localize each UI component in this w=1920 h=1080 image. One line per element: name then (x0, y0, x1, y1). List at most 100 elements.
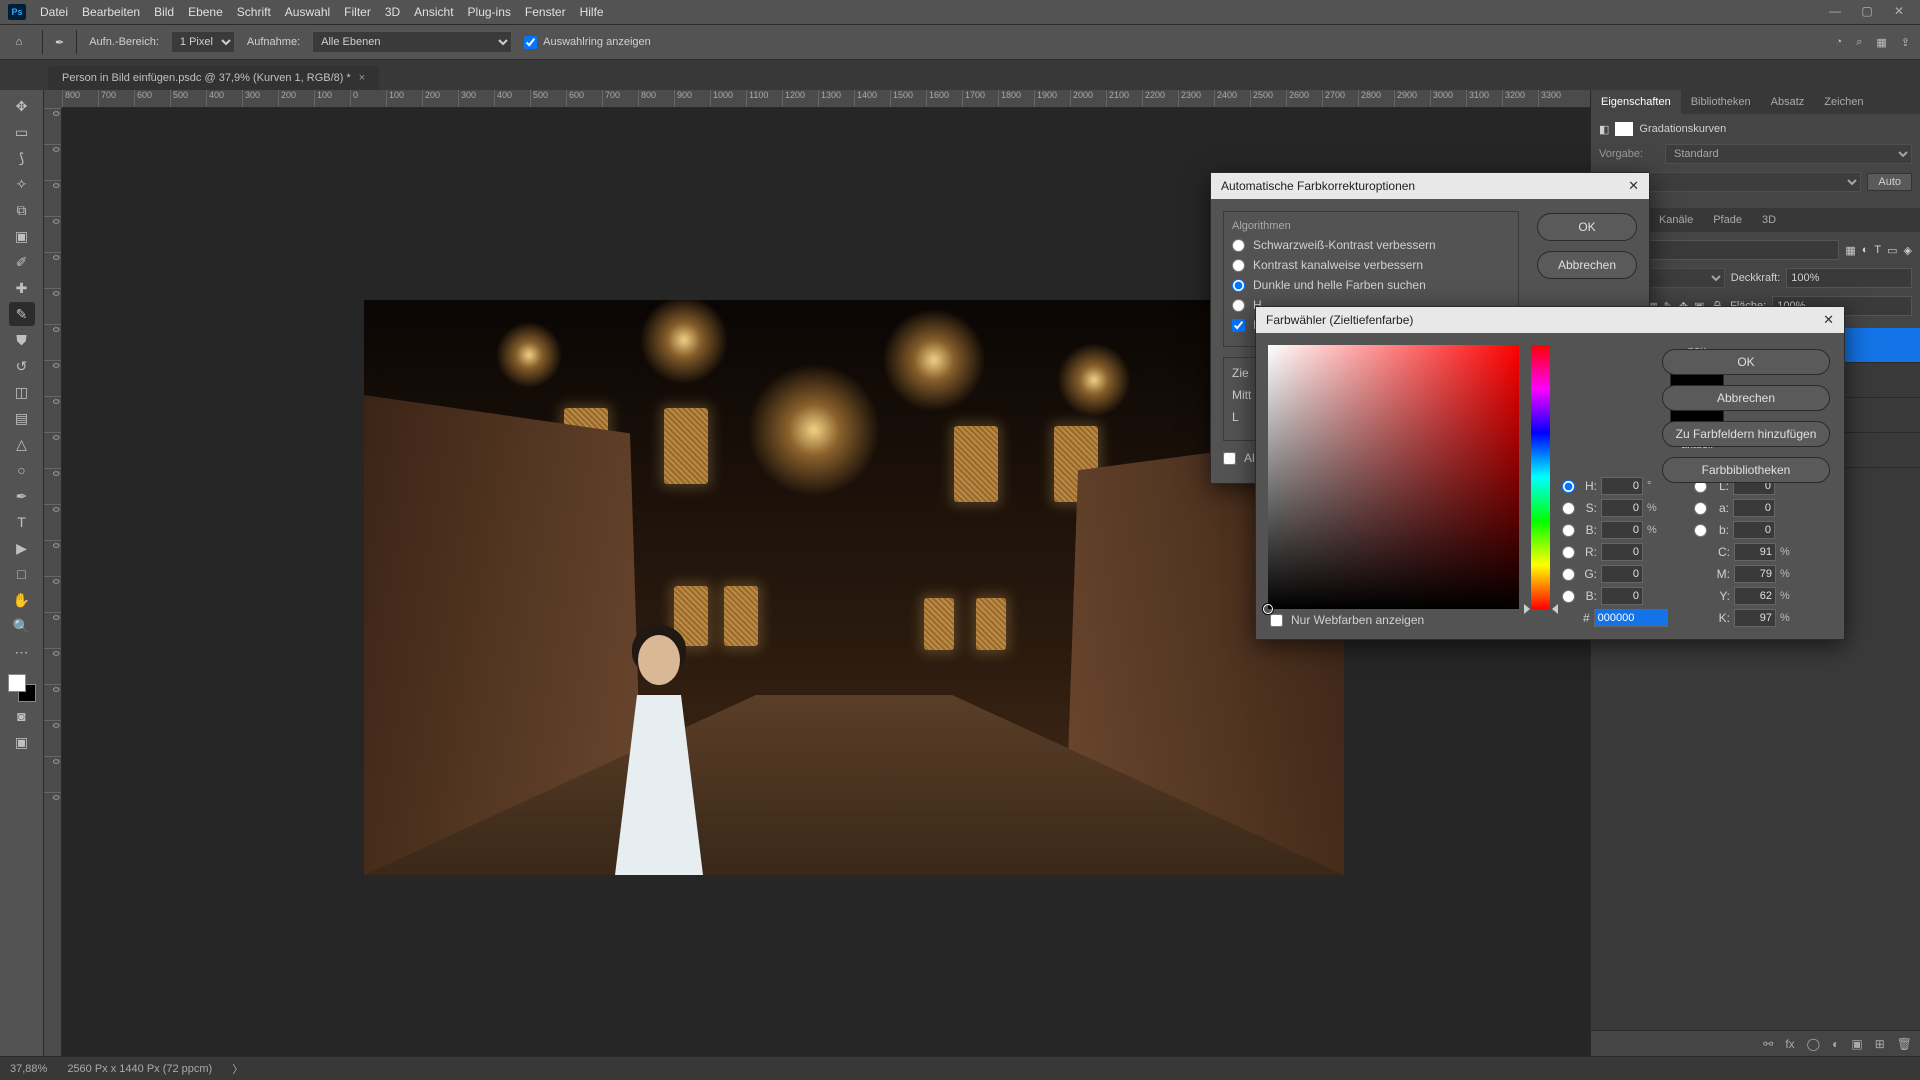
menu-plugins[interactable]: Plug-ins (468, 5, 511, 19)
move-tool[interactable]: ✥ (9, 94, 35, 118)
menu-type[interactable]: Schrift (237, 5, 271, 19)
document-image[interactable] (364, 300, 1344, 875)
color-swatches[interactable] (8, 674, 36, 702)
brush-tool[interactable]: ✎ (9, 302, 35, 326)
tab-libraries[interactable]: Bibliotheken (1681, 90, 1761, 114)
ok-button[interactable]: OK (1537, 213, 1637, 241)
dialog-titlebar[interactable]: Automatische Farbkorrekturoptionen ✕ (1211, 173, 1649, 199)
auto-button[interactable]: Auto (1867, 173, 1912, 191)
close-icon[interactable]: ✕ (1823, 312, 1834, 328)
saturation-value-field[interactable] (1268, 345, 1519, 609)
delete-layer-icon[interactable]: 🗑 (1897, 1037, 1912, 1051)
tab-channels[interactable]: Kanäle (1649, 208, 1703, 232)
search-icon[interactable]: ⌕ (1856, 36, 1862, 49)
hand-tool[interactable]: ✋ (9, 588, 35, 612)
workspace-icon[interactable]: ▦ (1876, 36, 1886, 49)
m-input[interactable] (1734, 565, 1776, 583)
filter-shape-icon[interactable]: ▭ (1887, 244, 1897, 257)
share-icon[interactable]: ⇪ (1901, 36, 1910, 49)
history-brush-tool[interactable]: ↺ (9, 354, 35, 378)
opacity-input[interactable] (1786, 268, 1912, 288)
sample-layer-select[interactable]: Alle Ebenen (312, 31, 512, 53)
a-input[interactable] (1733, 499, 1775, 517)
menu-view[interactable]: Ansicht (414, 5, 453, 19)
algo-bw-contrast-radio[interactable]: Schwarzweiß-Kontrast verbessern (1232, 238, 1510, 252)
marquee-tool[interactable]: ▭ (9, 120, 35, 144)
document-tab[interactable]: Person in Bild einfügen.psdc @ 37,9% (Ku… (48, 66, 379, 90)
dodge-tool[interactable]: ○ (9, 458, 35, 482)
close-icon[interactable]: ✕ (1892, 4, 1906, 18)
document-dimensions[interactable]: 2560 Px x 1440 Px (72 ppcm) (67, 1063, 212, 1075)
gradient-tool[interactable]: ▤ (9, 406, 35, 430)
b-hsb-input[interactable] (1601, 521, 1643, 539)
filter-type-icon[interactable]: T (1874, 244, 1881, 256)
b-rgb-value-row[interactable]: B: (1562, 587, 1682, 605)
status-more-icon[interactable]: 〉 (232, 1061, 243, 1077)
filter-image-icon[interactable]: ▦ (1845, 244, 1855, 257)
lasso-tool[interactable]: ⟆ (9, 146, 35, 170)
menu-help[interactable]: Hilfe (580, 5, 604, 19)
blur-tool[interactable]: △ (9, 432, 35, 456)
layer-mask-icon[interactable]: ◯ (1807, 1037, 1820, 1051)
adjustment-layer-icon[interactable]: ◐ (1832, 1037, 1839, 1051)
dialog-titlebar[interactable]: Farbwähler (Zieltiefenfarbe) ✕ (1256, 307, 1844, 333)
eyedropper-tool-icon[interactable]: ✒ (55, 36, 64, 49)
menu-select[interactable]: Auswahl (285, 5, 330, 19)
ruler-origin[interactable] (44, 90, 62, 108)
c-input[interactable] (1734, 543, 1776, 561)
ok-button[interactable]: OK (1662, 349, 1830, 375)
add-swatch-button[interactable]: Zu Farbfeldern hinzufügen (1662, 421, 1830, 447)
close-icon[interactable]: ✕ (1628, 178, 1639, 194)
filter-adjust-icon[interactable]: ◐ (1862, 244, 1869, 256)
frame-tool[interactable]: ▣ (9, 224, 35, 248)
algo-find-dark-light-radio[interactable]: Dunkle und helle Farben suchen (1232, 278, 1510, 292)
h-input[interactable] (1601, 477, 1643, 495)
tab-paragraph[interactable]: Absatz (1761, 90, 1815, 114)
tab-3d[interactable]: 3D (1752, 208, 1786, 232)
menu-filter[interactable]: Filter (344, 5, 371, 19)
minimize-icon[interactable]: — (1828, 4, 1842, 18)
color-libraries-button[interactable]: Farbbibliotheken (1662, 457, 1830, 483)
edit-toolbar[interactable]: ⋯ (9, 640, 35, 664)
b-rgb-input[interactable] (1601, 587, 1643, 605)
show-selection-checkbox[interactable]: Auswahlring anzeigen (524, 36, 651, 49)
type-tool[interactable]: T (9, 510, 35, 534)
group-icon[interactable]: ▣ (1851, 1037, 1862, 1051)
pen-tool[interactable]: ✒ (9, 484, 35, 508)
new-layer-icon[interactable]: ⊞ (1875, 1037, 1885, 1051)
link-layers-icon[interactable]: ⚯ (1763, 1037, 1773, 1051)
stamp-tool[interactable]: ⛊ (9, 328, 35, 352)
crop-tool[interactable]: ⧉ (9, 198, 35, 222)
b-lab-value-row[interactable]: b: (1694, 521, 1814, 539)
menu-file[interactable]: Datei (40, 5, 68, 19)
hue-slider[interactable] (1531, 345, 1550, 609)
path-select-tool[interactable]: ▶ (9, 536, 35, 560)
ruler-horizontal[interactable]: 8007006005004003002001000100200300400500… (62, 90, 1590, 108)
zoom-level[interactable]: 37,88% (10, 1063, 47, 1075)
eyedropper-tool[interactable]: ✐ (9, 250, 35, 274)
y-input[interactable] (1734, 587, 1776, 605)
screenmode-tool[interactable]: ▣ (9, 730, 35, 754)
cancel-button[interactable]: Abbrechen (1537, 251, 1637, 279)
preset-select[interactable]: Standard (1665, 144, 1912, 164)
menu-3d[interactable]: 3D (385, 5, 400, 19)
menu-window[interactable]: Fenster (525, 5, 566, 19)
cancel-button[interactable]: Abbrechen (1662, 385, 1830, 411)
ruler-vertical[interactable]: 00000000000000000000 (44, 108, 62, 1056)
cloud-icon[interactable]: ◔ (1836, 36, 1843, 49)
tab-paths[interactable]: Pfade (1703, 208, 1752, 232)
tab-character[interactable]: Zeichen (1814, 90, 1873, 114)
tab-properties[interactable]: Eigenschaften (1591, 90, 1681, 114)
eraser-tool[interactable]: ◫ (9, 380, 35, 404)
home-icon[interactable]: ⌂ (8, 31, 30, 53)
sample-size-select[interactable]: 1 Pixel (171, 31, 235, 53)
healing-tool[interactable]: ✚ (9, 276, 35, 300)
quickmask-tool[interactable]: ◙ (9, 704, 35, 728)
b-lab-input[interactable] (1733, 521, 1775, 539)
algo-per-channel-radio[interactable]: Kontrast kanalweise verbessern (1232, 258, 1510, 272)
rectangle-tool[interactable]: □ (9, 562, 35, 586)
menu-edit[interactable]: Bearbeiten (82, 5, 140, 19)
g-value-row[interactable]: G: (1562, 565, 1682, 583)
close-icon[interactable]: × (359, 72, 365, 84)
web-colors-only-checkbox[interactable]: Nur Webfarben anzeigen (1270, 613, 1858, 627)
